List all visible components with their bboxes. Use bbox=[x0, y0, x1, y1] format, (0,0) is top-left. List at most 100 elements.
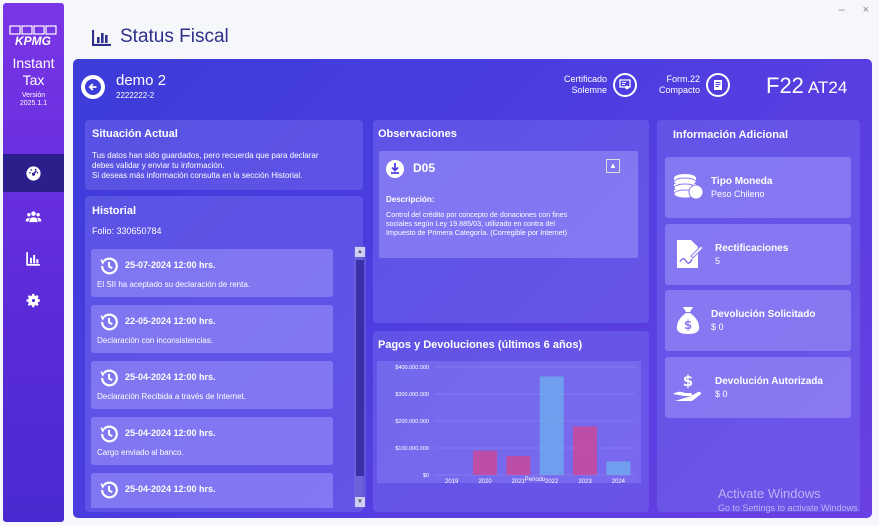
historial-date: 25-07-2024 12:00 hrs. bbox=[125, 260, 216, 270]
download-icon bbox=[386, 160, 404, 178]
nav-users[interactable] bbox=[3, 197, 64, 235]
observaciones-title: Observaciones bbox=[378, 128, 457, 140]
info-title: Información Adicional bbox=[673, 129, 789, 141]
chart-bar-2022[interactable] bbox=[539, 376, 564, 475]
historial-date: 25-04-2024 12:00 hrs. bbox=[125, 428, 216, 438]
chart-ytick-label: $0 bbox=[423, 473, 429, 479]
nav-reports[interactable] bbox=[3, 239, 64, 277]
chart-bar-2023[interactable] bbox=[573, 426, 597, 475]
historial-item: 25-04-2024 12:00 hrs. Declaración Recibid… bbox=[91, 361, 333, 409]
chart-bar-2024[interactable] bbox=[606, 461, 631, 476]
historial-item: 25-07-2024 12:00 hrs. El SII ha aceptado … bbox=[91, 249, 333, 297]
watermark-line-2: Go to Settings to activate Windows. bbox=[718, 503, 861, 513]
scroll-down-arrow[interactable]: ▼ bbox=[355, 497, 365, 507]
collapse-button[interactable]: ▲ bbox=[606, 159, 620, 173]
taxpayer-rut: 2222222-2 bbox=[116, 91, 155, 100]
situacion-line-1: Tus datos han sido guardados, pero recue… bbox=[92, 151, 319, 160]
hand-dollar-icon: $ bbox=[673, 372, 701, 401]
form-year: AT24 bbox=[807, 78, 848, 97]
historial-desc: Declaración Recibida a través de Interne… bbox=[97, 392, 246, 401]
form-code-main: F22 bbox=[766, 73, 804, 98]
settings-icon bbox=[26, 293, 40, 307]
minimize-button[interactable]: – bbox=[838, 4, 844, 16]
chart-xtick-label: 2020 bbox=[478, 479, 492, 483]
observacion-desc-label: Descripción: bbox=[386, 195, 435, 204]
info-card-title: Tipo Moneda bbox=[711, 176, 773, 187]
historial-date: 22-05-2024 12:00 hrs. bbox=[125, 316, 216, 326]
arrow-left-icon bbox=[85, 79, 101, 95]
svg-text:$: $ bbox=[683, 372, 693, 390]
info-card-title: Devolución Solicitado bbox=[711, 309, 816, 320]
info-card-value: 5 bbox=[715, 256, 721, 266]
users-icon bbox=[25, 210, 42, 222]
form22-line-1: Form.22 bbox=[666, 74, 701, 84]
historial-desc: Declaración con inconsistencias. bbox=[97, 336, 214, 345]
activate-windows-watermark: Activate Windows Go to Settings to activ… bbox=[718, 486, 860, 513]
situacion-text: Tus datos han sido guardados, pero recue… bbox=[92, 151, 362, 181]
version-number: 2025.1.1 bbox=[19, 100, 48, 107]
observacion-code: D05 bbox=[413, 161, 436, 175]
certificado-label: Certificado Solemne bbox=[564, 74, 607, 96]
observacion-desc-line-1: Control del crédito por concepto de dona… bbox=[386, 210, 568, 219]
certificado-solemne-button[interactable]: Certificado Solemne bbox=[564, 73, 638, 97]
svg-text:$: $ bbox=[684, 318, 692, 332]
observaciones-card: Observaciones D05 ▲ Descripción: Control… bbox=[373, 120, 649, 323]
sidebar: KPMG Instant Tax Versión 2025.1.1 bbox=[3, 3, 64, 522]
info-card-value: $ 0 bbox=[711, 322, 724, 332]
chart-xlabel: Periodo bbox=[525, 477, 546, 483]
historial-desc: El SII ha aceptado su declaración de ren… bbox=[97, 280, 250, 289]
situacion-title: Situación Actual bbox=[92, 128, 178, 140]
nav-dashboard[interactable] bbox=[3, 154, 64, 192]
window-controls: – × bbox=[838, 4, 869, 16]
chart-bar-2020[interactable] bbox=[473, 450, 497, 475]
svg-text:KPMG: KPMG bbox=[15, 34, 51, 47]
watermark-line-1: Activate Windows bbox=[718, 486, 821, 501]
pagos-chart: $0 $100.000.000 $200.000.000 $300.000.000 $4… bbox=[377, 361, 641, 483]
chart-ytick-label: $300.000.000 bbox=[395, 392, 429, 398]
historial-date: 25-04-2024 12:00 hrs. bbox=[125, 372, 216, 382]
situacion-line-2: debes validar y enviar tu información. bbox=[92, 161, 225, 170]
observacion-desc-line-3: Impuesto de Primera Categoría. (Corregib… bbox=[386, 228, 567, 237]
kpmg-logo: KPMG bbox=[7, 25, 60, 48]
historial-scrollbar[interactable]: ▲ ▼ bbox=[354, 246, 366, 508]
form-code: F22 AT24 bbox=[766, 73, 847, 99]
form22-compacto-button[interactable]: Form.22 Compacto bbox=[659, 73, 731, 97]
nav-settings[interactable] bbox=[3, 281, 64, 319]
form22-line-2: Compacto bbox=[659, 85, 701, 95]
page-header: Status Fiscal bbox=[92, 26, 229, 48]
rectificaciones-card: Rectificaciones 5 bbox=[665, 224, 851, 285]
history-icon bbox=[100, 425, 118, 443]
info-card-value: $ 0 bbox=[715, 389, 728, 399]
chart-xtick-label: 2021 bbox=[512, 479, 526, 483]
chart-xtick-label: 2022 bbox=[545, 479, 559, 483]
scroll-thumb[interactable] bbox=[356, 260, 364, 476]
history-icon bbox=[100, 481, 118, 499]
dashboard-icon bbox=[26, 165, 41, 181]
pagos-card: Pagos y Devoluciones (últimos 6 años) $0… bbox=[373, 331, 649, 512]
chart-ytick-label: $400.000.000 bbox=[395, 365, 429, 371]
info-card-title: Devolución Autorizada bbox=[715, 376, 823, 387]
chart-ytick-label: $100.000.000 bbox=[395, 446, 429, 452]
historial-item: 25-04-2024 12:00 hrs. Cargo enviado al ba… bbox=[91, 417, 333, 465]
tipo-moneda-card: Tipo Moneda Peso Chileno bbox=[665, 157, 851, 218]
devolucion-solicitado-card: $ Devolución Solicitado $ 0 bbox=[665, 290, 851, 351]
version-block: Versión 2025.1.1 bbox=[3, 92, 64, 108]
back-button[interactable] bbox=[81, 75, 105, 99]
scroll-up-arrow[interactable]: ▲ bbox=[355, 247, 365, 257]
chart-bar-2021[interactable] bbox=[506, 456, 531, 475]
historial-item: 22-05-2024 12:00 hrs. Declaración con inc… bbox=[91, 305, 333, 353]
situacion-card: Situación Actual Tus datos han sido guar… bbox=[85, 120, 363, 190]
devolucion-autorizada-card: $ Devolución Autorizada $ 0 bbox=[665, 357, 851, 418]
info-card-title: Rectificaciones bbox=[715, 243, 789, 254]
page-title: Status Fiscal bbox=[120, 26, 229, 47]
close-button[interactable]: × bbox=[863, 4, 869, 16]
historial-date: 25-04-2024 12:00 hrs. bbox=[125, 484, 216, 494]
chart-xtick-label: 2024 bbox=[612, 479, 626, 483]
history-icon bbox=[100, 257, 118, 275]
folio: Folio: 330650784 bbox=[92, 226, 162, 236]
history-icon bbox=[100, 313, 118, 331]
signature-icon bbox=[677, 240, 704, 268]
version-label: Versión bbox=[21, 92, 46, 99]
bar-chart-icon bbox=[92, 29, 111, 46]
coins-icon bbox=[673, 174, 704, 200]
